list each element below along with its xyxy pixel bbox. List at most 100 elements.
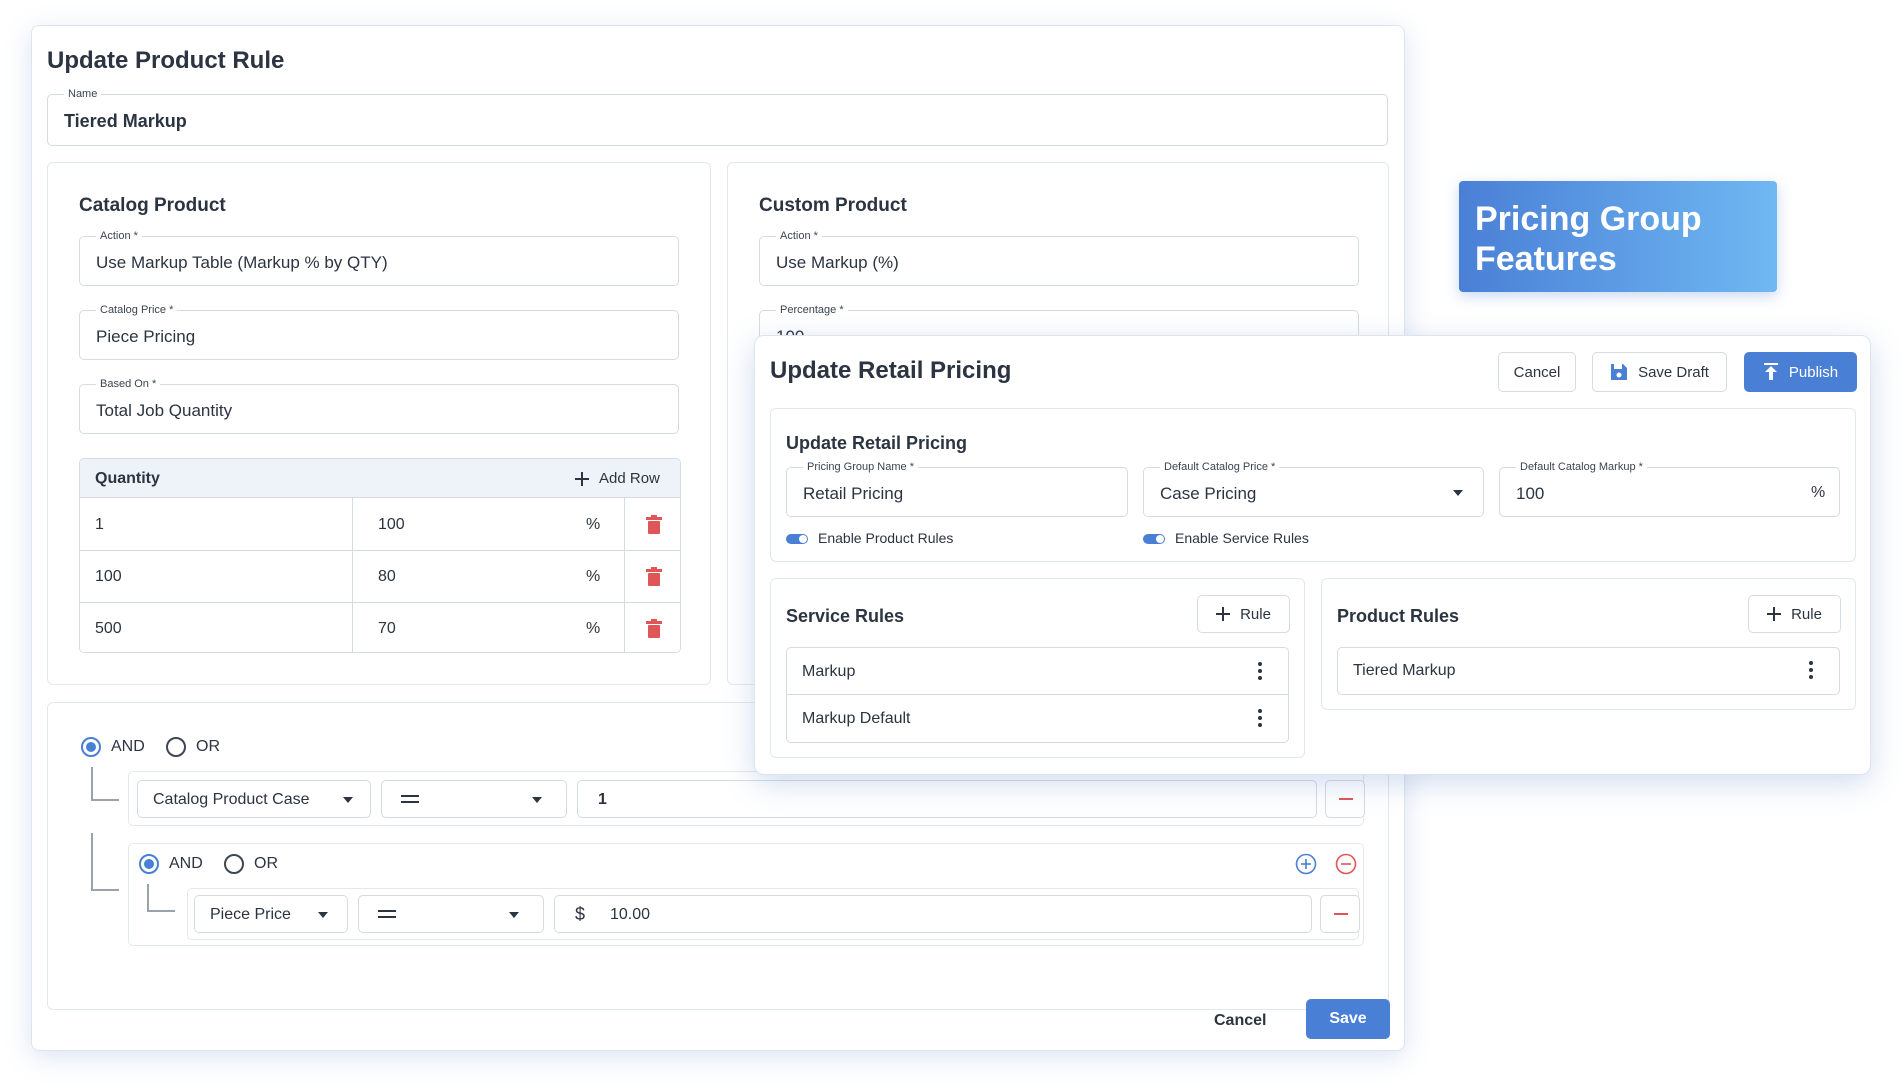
and-label: AND xyxy=(111,738,145,755)
markup-cell[interactable]: 80 xyxy=(378,568,396,586)
catalog-product-title: Catalog Product xyxy=(79,195,226,216)
pricing-group-name-label: Pricing Group Name * xyxy=(803,460,918,474)
operator-select[interactable] xyxy=(381,780,567,818)
dollar-icon: $ xyxy=(575,904,586,924)
default-catalog-markup-field[interactable]: Default Catalog Markup * 100 % xyxy=(1499,460,1840,517)
and-radio[interactable] xyxy=(81,737,101,757)
markup-cell[interactable]: 70 xyxy=(378,620,396,638)
enable-service-rules-label: Enable Service Rules xyxy=(1175,530,1309,546)
chevron-down-icon xyxy=(318,912,328,918)
badge-line2: Features xyxy=(1475,240,1617,278)
retail-cancel-button[interactable]: Cancel xyxy=(1498,352,1576,392)
upload-icon xyxy=(1763,363,1778,380)
delete-row-icon[interactable] xyxy=(646,567,662,586)
delete-row-icon[interactable] xyxy=(646,515,662,534)
cancel-button[interactable]: Cancel xyxy=(1214,1012,1266,1030)
operator-select[interactable] xyxy=(358,895,544,933)
publish-button[interactable]: Publish xyxy=(1744,352,1857,392)
markup-cell[interactable]: 100 xyxy=(378,516,405,534)
save-button-label: Save xyxy=(1329,1010,1367,1027)
catalog-product-card: Catalog Product Action * Use Markup Tabl… xyxy=(47,162,711,685)
custom-action-field[interactable]: Action * Use Markup (%) xyxy=(759,229,1359,286)
qty-cell[interactable]: 100 xyxy=(95,568,122,586)
tree-connector xyxy=(91,767,119,801)
unit-cell: % xyxy=(586,568,601,585)
service-rules-card: Service Rules Rule Markup Markup Default xyxy=(770,578,1305,758)
condition-row: Piece Price $ 10.00 xyxy=(187,888,1360,940)
group-or-label: OR xyxy=(254,855,278,872)
list-item-label: Tiered Markup xyxy=(1353,662,1456,679)
default-catalog-price-select[interactable]: Default Catalog Price * Case Pricing xyxy=(1143,460,1484,517)
value-input-text: 1 xyxy=(598,791,607,808)
group-or-radio[interactable] xyxy=(224,854,244,874)
save-draft-button[interactable]: Save Draft xyxy=(1592,352,1727,392)
divider xyxy=(352,498,353,652)
qty-cell[interactable]: 1 xyxy=(95,516,104,534)
enable-product-rules-label: Enable Product Rules xyxy=(818,530,954,546)
add-row-button[interactable]: Add Row xyxy=(575,459,675,498)
delete-row-icon[interactable] xyxy=(646,619,662,638)
product-rules-card: Product Rules Rule Tiered Markup xyxy=(1321,578,1856,710)
add-product-rule-button[interactable]: Rule xyxy=(1748,595,1841,633)
markup-table: Quantity Add Row 1 100 % 100 80 % 500 70… xyxy=(79,458,681,653)
value-input[interactable]: 1 xyxy=(577,780,1317,818)
retail-cancel-label: Cancel xyxy=(1513,363,1561,381)
qty-cell[interactable]: 500 xyxy=(95,620,122,638)
name-label: Name xyxy=(64,87,102,101)
quantity-header: Quantity xyxy=(95,470,160,487)
publish-label: Publish xyxy=(1788,363,1839,381)
field-select[interactable]: Catalog Product Case xyxy=(137,780,371,818)
remove-condition-button[interactable] xyxy=(1320,895,1360,933)
page-title: Update Product Rule xyxy=(47,47,285,74)
equals-icon xyxy=(401,795,419,803)
more-vertical-icon[interactable] xyxy=(1809,661,1813,679)
add-row-label: Add Row xyxy=(599,470,660,487)
list-item[interactable]: Markup xyxy=(787,648,1288,695)
add-condition-icon[interactable] xyxy=(1295,853,1317,875)
tree-connector xyxy=(147,884,175,912)
pricing-group-name-value: Retail Pricing xyxy=(803,484,904,503)
list-item-label: Markup Default xyxy=(802,710,911,727)
field-select[interactable]: Piece Price xyxy=(194,895,348,933)
custom-action-value: Use Markup (%) xyxy=(776,253,899,272)
unit-cell: % xyxy=(586,620,601,637)
add-product-rule-label: Rule xyxy=(1791,605,1822,623)
field-select-value: Piece Price xyxy=(210,906,291,923)
list-item[interactable]: Markup Default xyxy=(787,695,1288,742)
add-service-rule-button[interactable]: Rule xyxy=(1197,595,1290,633)
update-retail-pricing-panel: Update Retail Pricing Cancel Save Draft … xyxy=(754,335,1871,775)
catalog-price-field[interactable]: Catalog Price * Piece Pricing xyxy=(79,303,679,360)
catalog-action-value: Use Markup Table (Markup % by QTY) xyxy=(96,253,388,272)
group-and-radio[interactable] xyxy=(139,854,159,874)
pricing-group-name-field[interactable]: Pricing Group Name * Retail Pricing xyxy=(786,460,1128,517)
table-header: Quantity Add Row xyxy=(80,459,680,498)
remove-group-icon[interactable] xyxy=(1335,853,1357,875)
tree-connector xyxy=(91,833,119,891)
service-rules-list: Markup Markup Default xyxy=(786,647,1289,743)
based-on-field[interactable]: Based On * Total Job Quantity xyxy=(79,377,679,434)
badge-line1: Pricing Group xyxy=(1475,200,1702,238)
enable-service-rules-toggle[interactable] xyxy=(1143,534,1165,544)
custom-action-label: Action * xyxy=(776,229,822,243)
remove-condition-button[interactable] xyxy=(1325,780,1365,818)
save-icon xyxy=(1611,364,1628,380)
more-vertical-icon[interactable] xyxy=(1258,709,1262,727)
price-input-text: 10.00 xyxy=(610,906,651,923)
default-catalog-price-label: Default Catalog Price * xyxy=(1160,460,1280,474)
more-vertical-icon[interactable] xyxy=(1258,662,1262,680)
based-on-value: Total Job Quantity xyxy=(96,401,233,420)
enable-product-rules-toggle[interactable] xyxy=(786,534,808,544)
or-radio[interactable] xyxy=(166,737,186,757)
save-button[interactable]: Save xyxy=(1306,999,1390,1039)
price-input[interactable]: $ 10.00 xyxy=(554,895,1312,933)
condition-group: AND OR Piece Price $ 10.00 xyxy=(128,843,1364,946)
list-item[interactable]: Tiered Markup xyxy=(1338,648,1839,694)
equals-icon xyxy=(378,910,396,918)
percentage-label: Percentage * xyxy=(776,303,848,317)
catalog-action-field[interactable]: Action * Use Markup Table (Markup % by Q… xyxy=(79,229,679,286)
name-field[interactable]: Name Tiered Markup xyxy=(47,87,1388,146)
chevron-down-icon xyxy=(343,797,353,803)
catalog-price-label: Catalog Price * xyxy=(96,303,178,317)
plus-icon xyxy=(1216,607,1231,621)
plus-icon xyxy=(575,471,589,486)
